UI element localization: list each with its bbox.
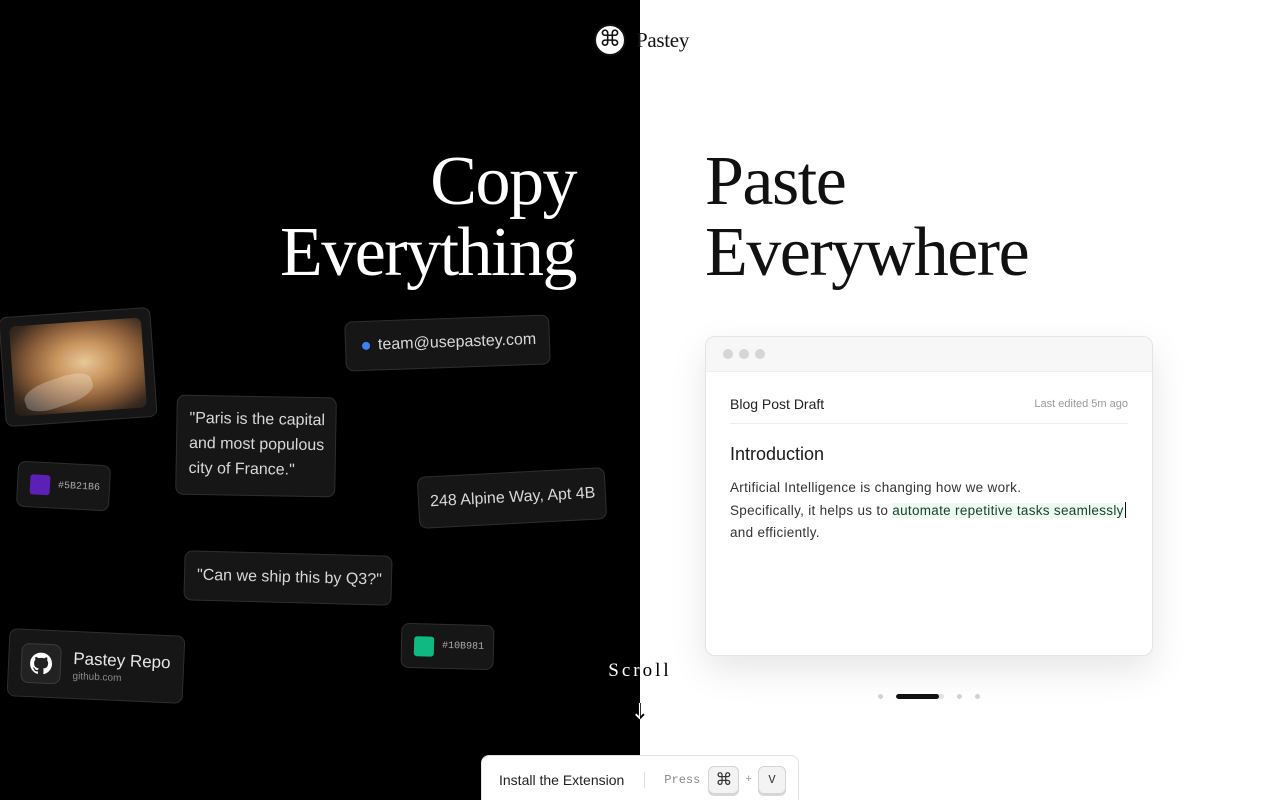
- clip-question-text: "Can we ship this by Q3?": [196, 566, 382, 589]
- doc-heading: Introduction: [730, 444, 825, 464]
- divider: [644, 772, 646, 788]
- window-dot-icon: [739, 349, 749, 359]
- clip-quote-text: "Paris is the capital and most populous …: [188, 409, 326, 479]
- command-icon: ⌘: [594, 24, 626, 56]
- doc-title: Blog Post Draft: [730, 396, 825, 412]
- copy-headline: Copy Everything: [279, 143, 578, 291]
- clip-card-email[interactable]: team@usepastey.com: [344, 314, 551, 372]
- doc-paragraph[interactable]: Artificial Intelligence is changing how …: [730, 477, 1128, 545]
- paste-headline-line-1: Paste: [705, 143, 847, 220]
- carousel-indicators: [878, 692, 993, 700]
- scroll-label[interactable]: Scroll: [608, 660, 671, 682]
- brand-name: Pastey: [636, 27, 690, 52]
- clip-color-hex: #5B21B6: [57, 480, 101, 494]
- clip-email-text: team@usepastey.com: [377, 330, 537, 354]
- arrow-down-icon[interactable]: ↓: [631, 702, 649, 724]
- clip-card-quote[interactable]: "Paris is the capital and most populous …: [175, 394, 337, 498]
- paste-headline: Paste Everywhere: [705, 143, 1030, 291]
- copy-headline-line-2: Everything: [279, 214, 578, 291]
- clip-card-address[interactable]: 248 Alpine Way, Apt 4B: [416, 467, 608, 529]
- clip-card-color-green[interactable]: #10B981: [400, 622, 495, 671]
- carousel-dot-active[interactable]: [896, 693, 944, 699]
- clip-card-color-purple[interactable]: #5B21B6: [15, 460, 112, 512]
- doc-header: Blog Post Draft Last edited 5m ago: [730, 396, 1128, 424]
- editor-window: Blog Post Draft Last edited 5m ago Intro…: [705, 336, 1153, 656]
- github-icon: [20, 642, 62, 685]
- copy-panel: Copy Everything team@usepastey.com "Pari…: [0, 0, 640, 800]
- color-swatch: [413, 635, 435, 657]
- clip-color-hex: #10B981: [441, 640, 485, 653]
- repo-title: Pastey Repo: [72, 648, 171, 672]
- v-key: V: [757, 766, 786, 794]
- install-extension-button[interactable]: Install the Extension: [499, 772, 624, 788]
- press-label: Press: [664, 773, 701, 787]
- clip-card-photo[interactable]: [0, 306, 158, 428]
- window-dot-icon: [755, 349, 765, 359]
- clip-card-repo[interactable]: Pastey Repo github.com: [6, 628, 186, 704]
- repo-subtitle: github.com: [72, 670, 122, 684]
- clip-address-text: 248 Alpine Way, Apt 4B: [429, 484, 596, 511]
- window-titlebar: [706, 337, 1152, 372]
- pasted-highlight: automate repetitive tasks seamlessly: [892, 502, 1124, 518]
- doc-line-2: Specifically, it helps us to automate re…: [730, 500, 1128, 523]
- brand-logo[interactable]: ⌘ Pastey: [594, 24, 689, 56]
- copy-headline-line-1: Copy: [430, 143, 577, 220]
- doc-line-3: and efficiently.: [730, 525, 820, 540]
- doc-last-edited: Last edited 5m ago: [1034, 398, 1128, 410]
- carousel-dot[interactable]: [975, 693, 980, 699]
- carousel-dot[interactable]: [957, 693, 962, 699]
- command-key-icon: ⌘: [708, 766, 740, 794]
- repo-text: Pastey Repo github.com: [72, 649, 171, 686]
- carousel-progress-fill: [896, 693, 940, 699]
- email-status-dot: [361, 341, 371, 350]
- image-thumbnail: [9, 317, 147, 417]
- install-bar: Install the Extension Press ⌘ + V: [481, 755, 799, 800]
- plus-sign: +: [745, 774, 752, 786]
- doc-line-2-prefix: Specifically, it helps us to: [730, 502, 893, 518]
- window-dot-icon: [723, 349, 733, 359]
- paste-headline-line-2: Everywhere: [705, 214, 1030, 291]
- color-swatch: [29, 474, 51, 496]
- clip-card-question[interactable]: "Can we ship this by Q3?": [183, 550, 393, 606]
- doc-line-1: Artificial Intelligence is changing how …: [730, 480, 1022, 495]
- editor-body[interactable]: Blog Post Draft Last edited 5m ago Intro…: [706, 372, 1152, 545]
- carousel-dot[interactable]: [878, 693, 883, 699]
- text-caret: [1124, 501, 1127, 518]
